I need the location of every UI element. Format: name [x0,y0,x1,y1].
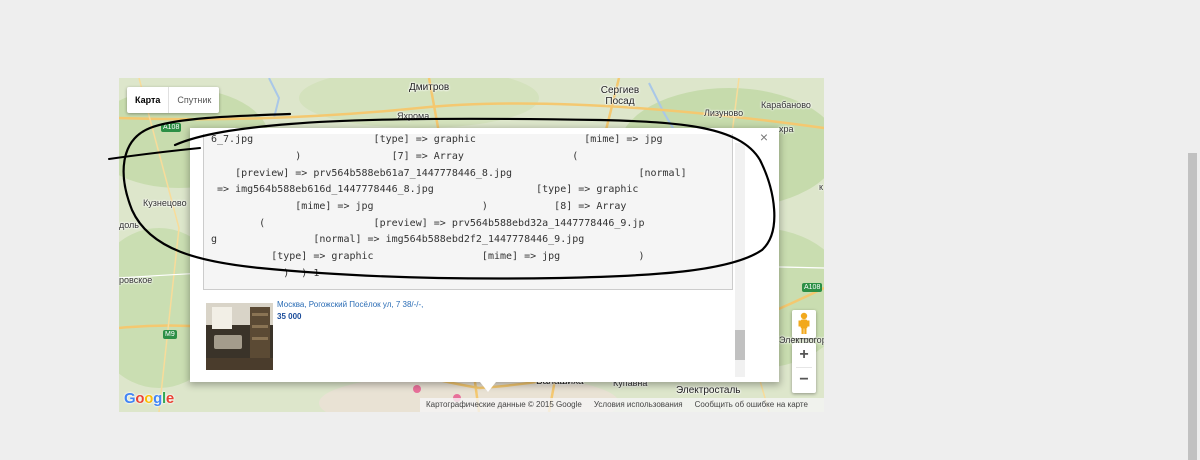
map-type-control: Карта Спутник [127,87,220,113]
zoom-in-button[interactable]: + [792,343,816,367]
info-window-scrollbar-thumb[interactable] [735,330,745,360]
highway-m9-shield: М9 [163,330,177,339]
place-sergiev-posad: Сергиев Посад [600,85,640,107]
debug-line: [type] => graphic [mime] => jpg ) [211,251,645,262]
place-yakhroma: Яхрома [397,111,430,121]
highway-a108-right-shield: А108 [802,283,823,292]
listing-photo[interactable] [206,303,273,370]
place-right-edge-2: к [819,182,823,192]
debug-line: ) ) 1 [211,268,320,279]
zoom-control: + − [792,343,816,393]
google-logo[interactable]: Google [124,390,174,407]
logo-letter: o [135,390,145,407]
zoom-out-button[interactable]: − [792,368,816,392]
map-type-map-button[interactable]: Карта [127,87,168,113]
place-elektrostal: Электросталь [676,385,741,396]
debug-line: ) [7] => Array ( [211,151,579,162]
debug-output: 6_7.jpg [type] => graphic [mime] => jpg … [203,134,733,290]
place-right-edge-1: хра [779,124,794,134]
place-left-edge-2: ровское [119,275,153,285]
debug-line: [preview] => prv564b588eb61a7_1447778446… [211,168,687,179]
pegman-icon[interactable] [792,310,816,338]
attribution-bar: Картографические данные © 2015 Google Ус… [420,398,824,412]
place-karabanovo: Карабаново [761,100,811,110]
debug-line: ( [preview] => prv564b588ebd32a_14477784… [211,218,645,229]
logo-letter: e [165,390,174,407]
debug-line: => img564b588eb616d_1447778446_8.jpg [ty… [211,184,639,195]
logo-letter: g [153,390,162,407]
page: Дмитров Яхрома Сергиев Посад Лизуново Ка… [0,0,1200,460]
logo-letter: o [144,390,154,407]
debug-line: 6_7.jpg [type] => graphic [mime] => jpg [211,134,663,145]
debug-line: g [normal] => img564b588ebd2f2_144777844… [211,234,585,245]
listing-price: 35 000 [277,312,302,321]
place-kuznetsovo: Кузнецово [143,198,187,208]
listing-item[interactable]: Москва, Рогожский Посёлок ул, 7 38/-/-, … [206,300,626,371]
place-left-edge-1: доль [119,220,139,230]
listing-address-link[interactable]: Москва, Рогожский Посёлок ул, 7 38/-/-, [277,300,423,309]
report-error-link[interactable]: Сообщить об ошибке на карте [689,398,814,412]
info-window-tail [480,382,496,392]
highway-a108-shield: А108 [161,123,182,132]
place-lizunovo: Лизуново [704,108,744,118]
terms-link[interactable]: Условия использования [588,398,689,412]
debug-line: [mime] => jpg ) [8] => Array [211,201,627,212]
close-icon[interactable]: × [758,130,770,144]
map-type-satellite-button[interactable]: Спутник [169,87,219,113]
map-data-attribution: Картографические данные © 2015 Google [426,400,582,409]
page-scrollbar-thumb[interactable] [1188,153,1197,460]
place-dmitrov: Дмитров [409,82,450,93]
logo-letter: G [124,390,136,407]
